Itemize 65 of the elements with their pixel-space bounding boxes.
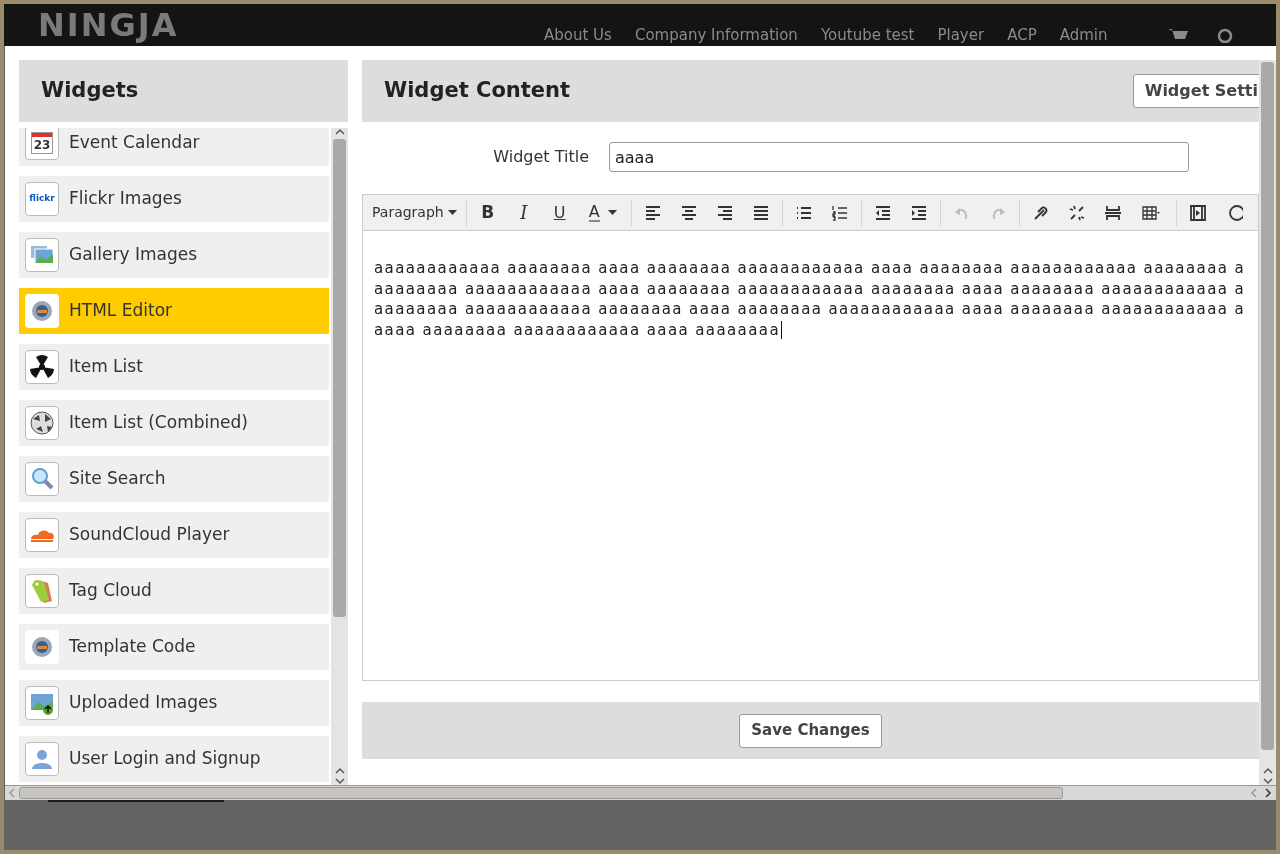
nav-link[interactable]: ACP — [1007, 25, 1037, 45]
widget-list-item[interactable]: Tag Cloud — [19, 568, 329, 614]
widget-name: Flickr Images — [69, 187, 182, 211]
trefoil-icon — [25, 350, 59, 384]
tag-icon — [25, 574, 59, 608]
site-logo[interactable]: NINGJA — [38, 7, 179, 43]
caret-icon — [447, 210, 457, 215]
widget-name: SoundCloud Player — [69, 523, 230, 547]
widget-name: HTML Editor — [69, 299, 173, 323]
nav-link[interactable]: Youtube test — [820, 25, 915, 45]
scroll-arrows-icon[interactable] — [334, 767, 345, 785]
title-field[interactable]: aaaa — [609, 142, 1189, 172]
text-color-button[interactable]: A — [577, 197, 628, 228]
widget-name: Event Calendar — [69, 131, 200, 155]
field-label: Widget Title — [492, 146, 590, 168]
editor-text-line: aaaa aaaaaaaa aaaaaaaaaaaa aaaa aaaaaaaa — [374, 319, 780, 340]
widget-name: Site Search — [69, 467, 166, 491]
widget-list-item[interactable]: Item List (Combined) — [19, 400, 329, 446]
editor-text-line: aaaaaaaa aaaaaaaaaaaa aaaa aaaaaaaa aaaaaaaaaaaa aaaaaaaa aaaa aaaaaaaa aaaaaaaaaaaa a — [374, 278, 1246, 299]
scrollbar[interactable] — [331, 128, 348, 785]
cloud-icon — [25, 518, 59, 552]
widget-list-item[interactable]: User Login and Signup — [19, 736, 329, 782]
widget-list-item[interactable]: flickr Flickr Images — [19, 176, 329, 222]
bold-button[interactable]: B — [469, 197, 506, 228]
italic-button[interactable]: I — [505, 197, 542, 228]
widget-name: Tag Cloud — [69, 579, 152, 603]
nav-link[interactable]: Player — [937, 25, 985, 45]
widget-list-item[interactable]: HTML Editor — [19, 288, 329, 334]
widget-list-item[interactable]: Item List — [19, 344, 329, 390]
widget-name: Item List — [69, 355, 143, 379]
underline-button[interactable]: U — [541, 197, 578, 228]
widget-name: Uploaded Images — [69, 691, 218, 715]
upload-icon — [25, 686, 59, 720]
save-changes-button[interactable]: Save Changes — [739, 713, 882, 748]
panel-title: Widget Content — [384, 77, 572, 105]
scrollbar[interactable] — [1259, 60, 1276, 785]
flickr-icon: flickr — [25, 182, 59, 216]
user-icon — [25, 742, 59, 776]
editor-text-line: aaaaaaaa aaaaaaaaaaaa aaaaaaaa aaaa aaaaaaaa aaaaaaaaaaaa aaaa aaaaaaaa aaaaaaaaaaaa a — [374, 299, 1246, 320]
scroll-up-icon[interactable] — [334, 128, 345, 136]
widget-list-item[interactable]: Template Code — [19, 624, 329, 670]
editor-text-line: aaaaaaaaaaaa aaaaaaaa aaaa aaaaaaaa aaaaaaaaaaaa aaaa aaaaaaaa aaaaaaaaaaaa aaaaaaaa a — [374, 258, 1246, 279]
nav-link[interactable]: Company Information — [634, 25, 798, 45]
widget-settings-button[interactable]: Widget Setti — [1132, 74, 1259, 108]
widget-name: Item List (Combined) — [69, 411, 248, 435]
editor[interactable] — [362, 194, 1259, 681]
widget-list-item[interactable]: SoundCloud Player — [19, 512, 329, 558]
text-color-label: A — [588, 203, 600, 222]
nav-link[interactable]: About Us — [544, 25, 612, 45]
format-dropdown[interactable]: Paragraph — [366, 197, 463, 228]
widget-list-item[interactable]: 23 Event Calendar — [19, 128, 329, 166]
calendar-icon: 23 — [25, 128, 59, 160]
caret-icon — [607, 210, 617, 215]
gallery-icon — [25, 238, 59, 272]
widget-name: User Login and Signup — [69, 747, 261, 771]
text-cursor — [781, 320, 782, 339]
panel-title: Widgets — [41, 77, 139, 105]
widget-list-item[interactable]: Gallery Images — [19, 232, 329, 278]
scroll-arrows-icon[interactable] — [1262, 767, 1273, 785]
nav-link[interactable]: Admin — [1059, 25, 1108, 45]
widget-list-item[interactable]: Site Search — [19, 456, 329, 502]
widget-name: Template Code — [69, 635, 196, 659]
widget-list-item[interactable]: Uploaded Images — [19, 680, 329, 726]
widget-name: Gallery Images — [69, 243, 198, 267]
horizontal-scrollbar[interactable] — [5, 785, 1276, 800]
